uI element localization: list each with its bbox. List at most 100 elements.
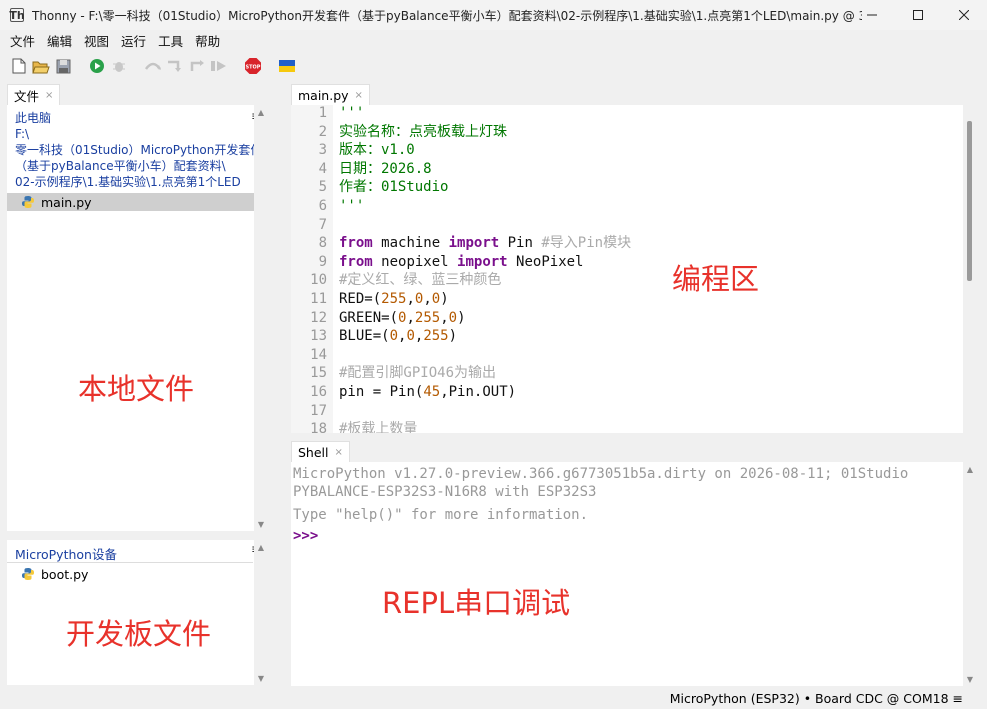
file-boot-py[interactable]: boot.py	[7, 565, 253, 583]
line-code: 日期：2026.8	[339, 160, 432, 177]
save-icon	[56, 59, 70, 73]
line-number: 11	[310, 291, 327, 307]
path-this-pc[interactable]: 此电脑	[7, 110, 262, 126]
path-folder-3[interactable]: 02-示例程序\1.基础实验\1.点亮第1个LED	[7, 174, 262, 190]
new-file-button[interactable]	[8, 55, 30, 77]
debug-button[interactable]	[108, 55, 130, 77]
local-files-scrollbar[interactable]: ▲ ▼	[254, 105, 268, 531]
menu-help[interactable]: 帮助	[189, 31, 226, 50]
line-number: 16	[310, 384, 327, 400]
run-icon	[90, 59, 104, 73]
close-tab-icon[interactable]: ×	[335, 447, 343, 458]
title-bar: Th Thonny - F:\零一科技（01Studio）MicroPython…	[0, 0, 987, 30]
shell-prompt[interactable]: >>>	[293, 527, 318, 545]
debug-icon	[113, 62, 125, 72]
stop-button[interactable]: STOP	[242, 55, 264, 77]
scroll-down-icon[interactable]: ▼	[963, 672, 977, 686]
close-button[interactable]	[941, 0, 987, 30]
close-tab-icon[interactable]: ×	[355, 90, 363, 101]
annotation-board-files: 开发板文件	[66, 617, 212, 651]
scroll-down-icon[interactable]: ▼	[254, 517, 268, 531]
code-editor[interactable]: 1 ''' 2 实验名称：点亮板载上灯珠 3 版本：v1.0 4 日期：2026.8 5 作者：0…	[291, 105, 977, 433]
shell-scrollbar[interactable]: ▲ ▼	[963, 462, 977, 686]
support-ukraine-button[interactable]	[276, 55, 298, 77]
editor-scroll-thumb[interactable]	[967, 121, 972, 281]
stop-icon: STOP	[245, 58, 261, 74]
line-number: 2	[318, 123, 327, 140]
shell-output-line: Type "help()" for more information.	[293, 507, 589, 523]
minimize-button[interactable]	[849, 0, 895, 30]
toolbar: STOP	[0, 52, 987, 80]
line-number: 7	[318, 216, 327, 233]
open-file-button[interactable]	[30, 55, 52, 77]
scroll-down-icon[interactable]: ▼	[254, 671, 268, 685]
backend-status[interactable]: MicroPython (ESP32) • Board CDC @ COM18 …	[670, 691, 963, 706]
device-files-scrollbar[interactable]: ▲ ▼	[254, 540, 268, 685]
files-tabbar: 文件 ×	[7, 83, 61, 105]
tab-shell-label: Shell	[298, 444, 329, 460]
editor-tabbar: main.py ×	[291, 83, 370, 105]
python-file-icon	[22, 568, 34, 580]
annotation-editor: 编程区	[672, 262, 760, 296]
thonny-app-icon: Th	[9, 8, 25, 22]
menu-view[interactable]: 视图	[78, 31, 115, 50]
line-code: from neopixel import NeoPixel	[339, 253, 584, 270]
shell-output-line: MicroPython v1.27.0-preview.366.g6773051…	[293, 466, 909, 482]
maximize-icon	[913, 10, 923, 20]
maximize-button[interactable]	[895, 0, 941, 30]
status-bar: MicroPython (ESP32) • Board CDC @ COM18 …	[0, 688, 987, 709]
line-code: '''	[339, 105, 365, 121]
line-code: pin = Pin(45,Pin.OUT)	[339, 384, 517, 400]
file-main-py[interactable]: main.py	[7, 193, 266, 211]
menu-tools[interactable]: 工具	[152, 31, 189, 50]
tab-main-py[interactable]: main.py ×	[291, 84, 370, 105]
editor-scrollbar[interactable]	[963, 105, 977, 433]
close-tab-icon[interactable]: ×	[45, 90, 53, 101]
line-code: #配置引脚GPIO46为输出	[339, 365, 497, 382]
annotation-local-files: 本地文件	[78, 372, 195, 406]
path-folder-1[interactable]: 零一科技（01Studio）MicroPython开发套件	[7, 142, 262, 158]
scroll-up-icon[interactable]: ▲	[254, 105, 268, 119]
step-out-button[interactable]	[186, 55, 208, 77]
local-files-panel: ≡ 此电脑 F:\ 零一科技（01Studio）MicroPython开发套件 …	[7, 105, 268, 531]
device-header: MicroPython设备	[15, 547, 117, 562]
shell-tabbar: Shell ×	[291, 440, 350, 462]
shell-output-line: PYBALANCE-ESP32S3-N16R8 with ESP32S3	[293, 484, 597, 500]
line-number: 12	[310, 309, 327, 326]
line-code: 作者：01Studio	[339, 179, 449, 196]
tab-files[interactable]: 文件 ×	[7, 84, 61, 105]
path-folder-2[interactable]: （基于pyBalance平衡小车）配套资料\	[7, 158, 262, 174]
line-code: RED=(255,0,0)	[339, 291, 449, 307]
menu-edit[interactable]: 编辑	[41, 31, 78, 50]
shell-console[interactable]: MicroPython v1.27.0-preview.366.g6773051…	[291, 462, 977, 686]
tab-main-py-label: main.py	[298, 87, 349, 103]
resume-icon	[211, 61, 226, 71]
line-code: BLUE=(0,0,255)	[339, 328, 458, 345]
tab-files-label: 文件	[14, 88, 40, 104]
menu-file[interactable]: 文件	[4, 31, 41, 50]
line-code: 版本：v1.0	[339, 142, 415, 159]
step-out-icon	[190, 60, 204, 71]
scroll-up-icon[interactable]: ▲	[254, 540, 268, 554]
line-code: from machine import Pin #导入Pin模块	[339, 235, 632, 252]
tab-shell[interactable]: Shell ×	[291, 441, 350, 462]
step-over-button[interactable]	[142, 55, 164, 77]
scroll-up-icon[interactable]: ▲	[963, 462, 977, 476]
menu-run[interactable]: 运行	[115, 31, 152, 50]
open-folder-icon	[32, 61, 50, 73]
save-button[interactable]	[52, 55, 74, 77]
line-code: '''	[339, 198, 365, 214]
run-button[interactable]	[86, 55, 108, 77]
step-into-icon	[168, 60, 181, 72]
window-title: Thonny - F:\零一科技（01Studio）MicroPython开发套…	[32, 8, 862, 23]
line-number: 9	[318, 253, 327, 270]
line-number: 4	[318, 160, 327, 177]
new-file-icon	[12, 58, 26, 74]
window-controls	[849, 0, 987, 30]
file-name: main.py	[41, 194, 92, 210]
step-into-button[interactable]	[164, 55, 186, 77]
line-number: 1	[318, 105, 327, 121]
line-number: 13	[310, 328, 327, 345]
resume-button[interactable]	[208, 55, 230, 77]
path-drive[interactable]: F:\	[7, 126, 262, 142]
